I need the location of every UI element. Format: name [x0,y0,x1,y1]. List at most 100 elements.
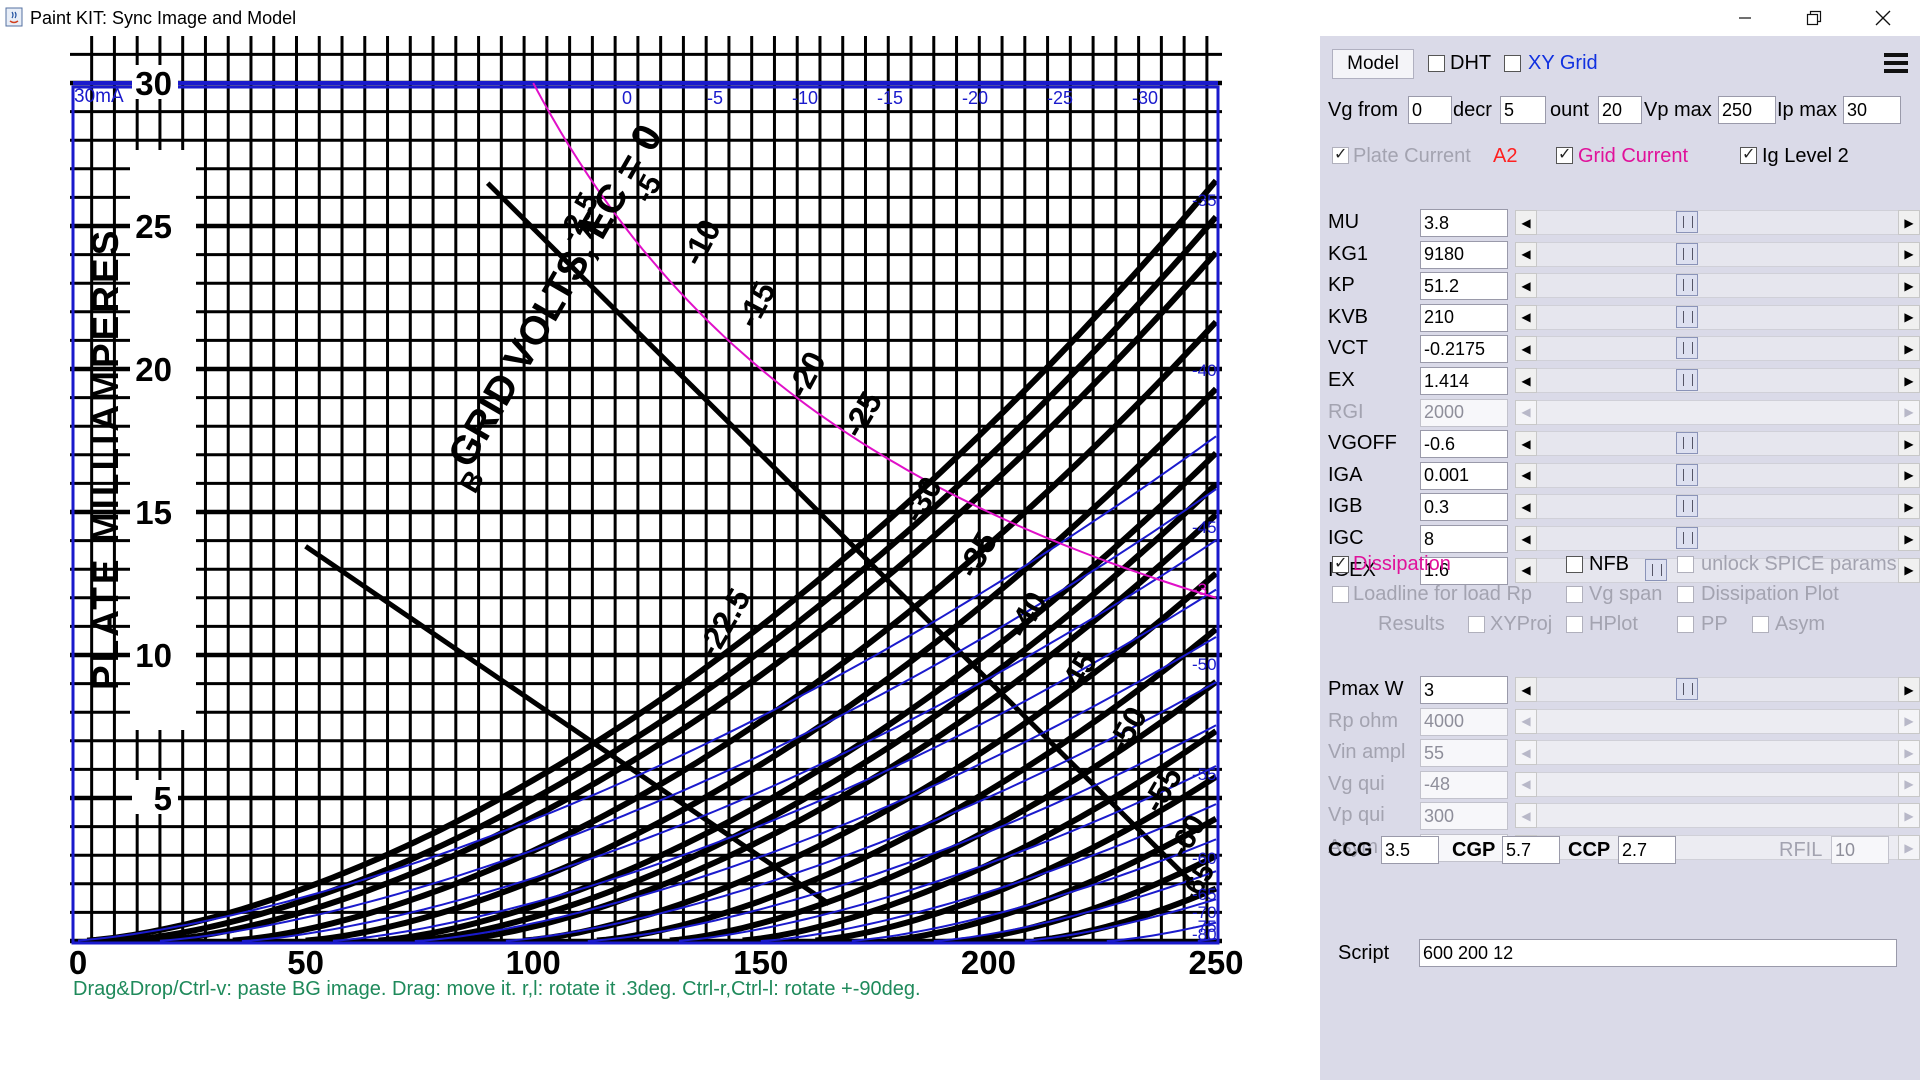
scroll-left-icon[interactable]: ◀ [1515,740,1537,766]
param-slider-rp-ohm[interactable]: ◀ ▶ [1515,708,1920,734]
ig-level-checkbox[interactable] [1740,144,1757,164]
scroll-right-icon[interactable]: ▶ [1898,304,1920,330]
slider-thumb[interactable] [1675,337,1698,360]
scroll-right-icon[interactable]: ▶ [1898,526,1920,551]
slider-track[interactable] [1537,494,1898,520]
scroll-left-icon[interactable]: ◀ [1515,677,1537,702]
param-slider-kg1[interactable]: ◀ ▶ [1515,241,1920,267]
param-slider-vct[interactable]: ◀ ▶ [1515,336,1920,362]
scroll-right-icon[interactable]: ▶ [1898,368,1920,393]
ccg-input[interactable] [1381,836,1439,864]
scroll-right-icon[interactable]: ▶ [1898,771,1920,797]
slider-thumb[interactable] [1675,211,1698,233]
scroll-left-icon[interactable]: ◀ [1515,241,1537,267]
count-input[interactable] [1598,96,1642,124]
slider-thumb[interactable] [1675,305,1698,328]
pp-checkbox[interactable] [1677,616,1694,633]
scroll-right-icon[interactable]: ▶ [1898,241,1920,267]
slider-track[interactable] [1537,771,1898,797]
param-slider-kp[interactable]: ◀ ▶ [1515,273,1920,299]
loadline-checkbox[interactable] [1332,586,1349,603]
param-input-igc[interactable] [1420,525,1508,553]
slider-track[interactable] [1537,740,1898,766]
model-button[interactable]: Model [1332,49,1414,79]
nfb-checkbox[interactable] [1566,556,1583,573]
image-model-canvas[interactable]: 30mA PLATE MILLIAMPERES 0 50 100 150 200 250 5… [0,36,1320,1080]
param-input-vgoff[interactable] [1420,430,1508,459]
scroll-left-icon[interactable]: ◀ [1515,304,1537,330]
param-input-mu[interactable] [1420,209,1508,237]
scroll-left-icon[interactable]: ◀ [1515,526,1537,551]
vp-max-input[interactable] [1718,96,1776,124]
scroll-left-icon[interactable]: ◀ [1515,431,1537,457]
param-slider-vgoff[interactable]: ◀ ▶ [1515,431,1920,457]
slider-thumb[interactable] [1675,432,1698,455]
slider-track[interactable] [1537,241,1898,267]
xy-grid-checkbox[interactable] [1504,55,1521,72]
scroll-left-icon[interactable]: ◀ [1515,557,1537,583]
param-slider-ex[interactable]: ◀ ▶ [1515,368,1920,393]
slider-thumb[interactable] [1675,527,1698,549]
unlock-spice-checkbox[interactable] [1677,556,1694,573]
param-input-kvb[interactable] [1420,303,1508,332]
scroll-right-icon[interactable]: ▶ [1898,708,1920,734]
slider-track[interactable] [1537,526,1898,551]
asym-checkbox[interactable] [1752,616,1769,633]
slider-track[interactable] [1537,462,1898,488]
vg-span-checkbox[interactable] [1566,586,1583,603]
slider-thumb[interactable] [1675,274,1698,297]
grid-current-checkbox[interactable] [1556,144,1573,164]
scroll-right-icon[interactable]: ▶ [1898,835,1920,860]
slider-track[interactable] [1537,336,1898,362]
param-slider-rgi[interactable]: ◀ ▶ [1515,399,1920,425]
slider-thumb[interactable] [1675,678,1698,700]
scroll-right-icon[interactable]: ▶ [1898,431,1920,457]
scroll-right-icon[interactable]: ▶ [1898,494,1920,520]
param-input-rp-ohm[interactable] [1420,707,1508,736]
ip-max-input[interactable] [1843,96,1901,124]
param-slider-igc[interactable]: ◀ ▶ [1515,526,1920,551]
hplot-checkbox[interactable] [1566,616,1583,633]
cgp-input[interactable] [1502,836,1560,864]
slider-track[interactable] [1537,273,1898,299]
param-slider-vp-qui[interactable]: ◀ ▶ [1515,803,1920,829]
scroll-left-icon[interactable]: ◀ [1515,462,1537,488]
vg-from-input[interactable] [1408,96,1452,124]
dissipation-plot-checkbox[interactable] [1677,586,1694,603]
minimize-button[interactable] [1710,0,1779,36]
slider-thumb[interactable] [1675,369,1698,391]
param-input-vg-qui[interactable] [1420,770,1508,799]
slider-track[interactable] [1537,304,1898,330]
param-slider-kvb[interactable]: ◀ ▶ [1515,304,1920,330]
slider-thumb[interactable] [1675,242,1698,265]
scroll-left-icon[interactable]: ◀ [1515,210,1537,235]
param-slider-igb[interactable]: ◀ ▶ [1515,494,1920,520]
scroll-right-icon[interactable]: ▶ [1898,803,1920,829]
param-input-vct[interactable] [1420,335,1508,364]
close-button[interactable] [1848,0,1917,36]
restore-button[interactable] [1779,0,1848,36]
slider-track[interactable] [1537,368,1898,393]
scroll-right-icon[interactable]: ▶ [1898,210,1920,235]
scroll-left-icon[interactable]: ◀ [1515,336,1537,362]
slider-track[interactable] [1537,210,1898,235]
param-slider-vg-qui[interactable]: ◀ ▶ [1515,771,1920,797]
slider-track[interactable] [1537,399,1898,425]
slider-thumb[interactable] [1675,495,1698,518]
decr-input[interactable] [1500,96,1546,124]
param-input-pmax-w[interactable] [1420,676,1508,704]
xyproj-checkbox[interactable] [1468,616,1485,633]
slider-track[interactable] [1537,677,1898,702]
ccp-input[interactable] [1618,836,1676,864]
scroll-left-icon[interactable]: ◀ [1515,708,1537,734]
slider-thumb[interactable] [1675,463,1698,486]
param-input-igb[interactable] [1420,493,1508,522]
scroll-left-icon[interactable]: ◀ [1515,273,1537,299]
scroll-right-icon[interactable]: ▶ [1898,399,1920,425]
param-input-vp-qui[interactable] [1420,802,1508,831]
scroll-left-icon[interactable]: ◀ [1515,494,1537,520]
scroll-right-icon[interactable]: ▶ [1898,677,1920,702]
plate-current-checkbox[interactable] [1332,144,1349,164]
tube-characteristics-chart[interactable]: 30mA PLATE MILLIAMPERES 0 50 100 150 200 2505… [0,36,1320,976]
scroll-left-icon[interactable]: ◀ [1515,399,1537,425]
